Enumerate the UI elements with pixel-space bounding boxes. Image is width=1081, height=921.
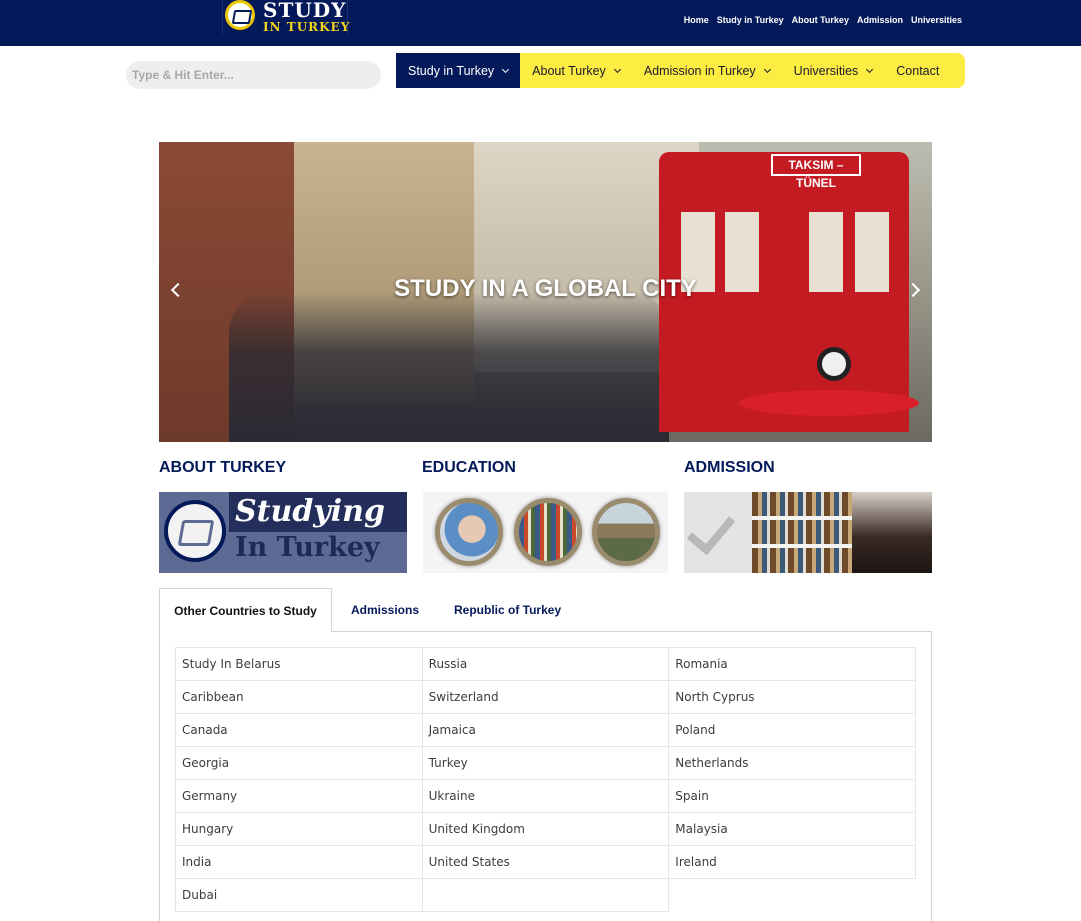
checkmark-icon xyxy=(686,504,736,556)
country-link[interactable]: United States xyxy=(421,845,670,879)
tab-other-countries[interactable]: Other Countries to Study xyxy=(159,588,332,632)
about-turkey-image[interactable]: Studying In Turkey xyxy=(159,492,407,573)
country-link[interactable]: Switzerland xyxy=(421,680,670,714)
chevron-down-icon xyxy=(866,65,874,73)
table-row: Georgia Turkey Netherlands xyxy=(175,746,916,780)
chevron-down-icon xyxy=(763,65,771,73)
tram-sign: TAKSIM – TÜNEL xyxy=(771,154,861,190)
card-title-about-turkey[interactable]: ABOUT TURKEY xyxy=(159,459,286,477)
site-logo[interactable]: STUDY IN TURKEY xyxy=(222,0,351,34)
country-link[interactable]: India xyxy=(175,845,423,879)
chevron-down-icon xyxy=(502,65,510,73)
country-link[interactable]: Study In Belarus xyxy=(175,647,423,681)
tab-bar: Other Countries to Study Admissions Repu… xyxy=(159,588,932,632)
chevron-down-icon xyxy=(613,65,621,73)
image-text-line1: Studying xyxy=(235,494,385,529)
country-link[interactable]: Malaysia xyxy=(668,812,916,846)
tram-bumper xyxy=(739,390,919,416)
nav-item-study-in-turkey[interactable]: Study in Turkey xyxy=(396,53,521,88)
tram-headlamp xyxy=(817,347,851,381)
top-nav: Home Study in Turkey About Turkey Admiss… xyxy=(684,15,962,25)
edu-circle-students xyxy=(435,498,503,566)
hero-title: STUDY IN A GLOBAL CITY xyxy=(394,275,697,302)
country-link[interactable]: Hungary xyxy=(175,812,423,846)
table-row: Canada Jamaica Poland xyxy=(175,713,916,747)
nav-item-label: Study in Turkey xyxy=(408,63,495,78)
card-title-education[interactable]: EDUCATION xyxy=(422,459,516,477)
edu-circle-library xyxy=(514,498,582,566)
edu-circle-campus xyxy=(592,498,660,566)
main-nav: Study in Turkey About Turkey Admission i… xyxy=(396,53,965,88)
nav-item-contact[interactable]: Contact xyxy=(884,53,951,88)
logo-line2: IN TURKEY xyxy=(263,20,351,34)
nav-item-admission-in-turkey[interactable]: Admission in Turkey xyxy=(632,53,782,88)
top-nav-about-turkey[interactable]: About Turkey xyxy=(792,15,849,25)
countries-table: Study In Belarus Russia Romania Caribbea… xyxy=(175,647,916,912)
top-nav-universities[interactable]: Universities xyxy=(911,15,962,25)
country-link[interactable]: Spain xyxy=(668,779,916,813)
country-link[interactable]: Poland xyxy=(668,713,916,747)
image-text-line2: In Turkey xyxy=(235,532,380,563)
country-link[interactable]: United Kingdom xyxy=(421,812,670,846)
top-nav-admission[interactable]: Admission xyxy=(857,15,903,25)
nav-item-label: Universities xyxy=(793,63,859,78)
nav-item-about-turkey[interactable]: About Turkey xyxy=(520,53,632,88)
book-icon xyxy=(225,0,255,30)
country-link[interactable]: Georgia xyxy=(175,746,423,780)
nav-item-universities[interactable]: Universities xyxy=(782,53,885,88)
country-link[interactable]: North Cyprus xyxy=(668,680,916,714)
search-box xyxy=(126,61,381,89)
search-input[interactable] xyxy=(132,61,372,89)
table-row: Caribbean Switzerland North Cyprus xyxy=(175,680,916,714)
table-row: India United States Ireland xyxy=(175,845,916,879)
tab-republic-of-turkey[interactable]: Republic of Turkey xyxy=(454,588,561,632)
country-link[interactable]: Ireland xyxy=(668,845,916,879)
hero-crowd xyxy=(229,292,669,442)
table-row: Hungary United Kingdom Malaysia xyxy=(175,812,916,846)
bookshelf xyxy=(752,492,852,573)
country-link[interactable]: Caribbean xyxy=(175,680,423,714)
tab-admissions[interactable]: Admissions xyxy=(351,588,419,632)
education-image[interactable] xyxy=(423,492,668,573)
table-row: Study In Belarus Russia Romania xyxy=(175,647,916,681)
hero-slider: TAKSIM – TÜNEL STUDY IN A GLOBAL CITY xyxy=(159,142,932,442)
top-bar: STUDY IN TURKEY Home Study in Turkey Abo… xyxy=(0,0,1081,46)
country-link[interactable]: Jamaica xyxy=(421,713,670,747)
country-link[interactable]: Netherlands xyxy=(668,746,916,780)
admission-image[interactable] xyxy=(684,492,932,573)
nav-item-label: Contact xyxy=(896,63,940,78)
country-link[interactable]: Turkey xyxy=(421,746,670,780)
nav-item-label: About Turkey xyxy=(532,63,606,78)
country-link[interactable]: Canada xyxy=(175,713,423,747)
top-nav-home[interactable]: Home xyxy=(684,15,709,25)
nav-item-label: Admission in Turkey xyxy=(643,63,756,78)
country-link[interactable]: Ukraine xyxy=(421,779,670,813)
shelf-board xyxy=(752,516,852,520)
book-icon xyxy=(164,500,226,562)
shelf-board xyxy=(752,544,852,548)
card-title-admission[interactable]: ADMISSION xyxy=(684,459,775,477)
logo-line1: STUDY xyxy=(263,0,347,22)
top-nav-study-in-turkey[interactable]: Study in Turkey xyxy=(717,15,784,25)
table-row: Germany Ukraine Spain xyxy=(175,779,916,813)
reading-student xyxy=(852,492,932,573)
country-link[interactable]: Russia xyxy=(421,647,670,681)
country-link[interactable]: Romania xyxy=(668,647,916,681)
country-link[interactable]: Germany xyxy=(175,779,423,813)
